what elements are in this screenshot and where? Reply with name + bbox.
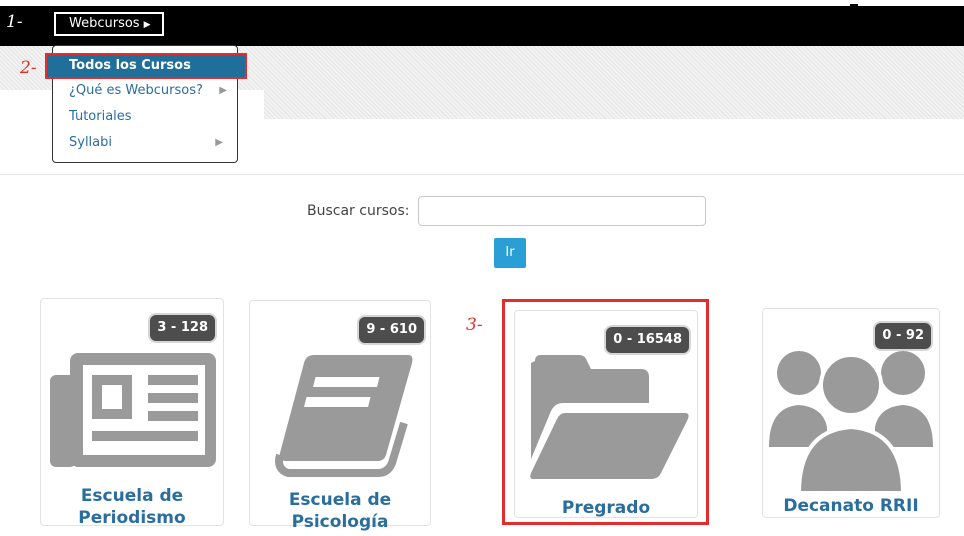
webcursos-dropdown-menu: Todos los Cursos ¿Qué es Webcursos? ▶ Tu… bbox=[45, 45, 247, 163]
category-card-decanato-rrii[interactable]: 0 - 92 Decanato RRII bbox=[762, 308, 940, 518]
menu-item-todos-los-cursos[interactable]: Todos los Cursos bbox=[45, 53, 247, 79]
annotation-step-2: 2- bbox=[20, 58, 37, 78]
menu-item-label: Tutoriales bbox=[69, 109, 132, 124]
search-go-button[interactable]: Ir bbox=[494, 238, 526, 268]
annotation-step-3: 3- bbox=[466, 315, 483, 335]
newspaper-icon bbox=[50, 353, 216, 467]
navbar-mark bbox=[850, 4, 858, 6]
annotation-step-1: 1- bbox=[6, 12, 23, 32]
search-input[interactable] bbox=[418, 196, 706, 226]
category-title: Escuela de Psicología bbox=[288, 490, 392, 532]
category-card-periodismo[interactable]: 3 - 128 Escuela de Periodismo bbox=[40, 298, 224, 528]
category-title: Decanato RRII bbox=[783, 496, 919, 516]
submenu-arrow-icon: ▶ bbox=[215, 137, 223, 148]
search-label: Buscar cursos: bbox=[307, 203, 410, 219]
section-divider bbox=[0, 174, 964, 175]
course-count-badge: 9 - 610 bbox=[359, 317, 424, 343]
menu-item-syllabi[interactable]: Syllabi ▶ bbox=[53, 130, 237, 156]
webcursos-menu-label: Webcursos bbox=[69, 16, 140, 31]
submenu-arrow-icon: ▶ bbox=[219, 85, 227, 96]
category-title: Escuela de Periodismo bbox=[78, 486, 186, 528]
course-count-badge: 3 - 128 bbox=[150, 315, 215, 341]
category-card-psicologia[interactable]: 9 - 610 Escuela de Psicología bbox=[249, 300, 431, 532]
users-icon bbox=[769, 351, 933, 493]
menu-item-que-es-webcursos[interactable]: ¿Qué es Webcursos? ▶ bbox=[53, 78, 237, 104]
annotation-highlight-box bbox=[502, 299, 709, 525]
menu-item-label: ¿Qué es Webcursos? bbox=[69, 83, 203, 98]
book-icon bbox=[275, 355, 413, 477]
caret-right-icon: ▶ bbox=[143, 20, 151, 30]
menu-item-label: Todos los Cursos bbox=[69, 58, 191, 73]
menu-item-tutoriales[interactable]: Tutoriales bbox=[53, 104, 237, 130]
menu-item-label: Syllabi bbox=[69, 135, 112, 150]
webcursos-menu-button[interactable]: Webcursos ▶ bbox=[54, 12, 164, 36]
